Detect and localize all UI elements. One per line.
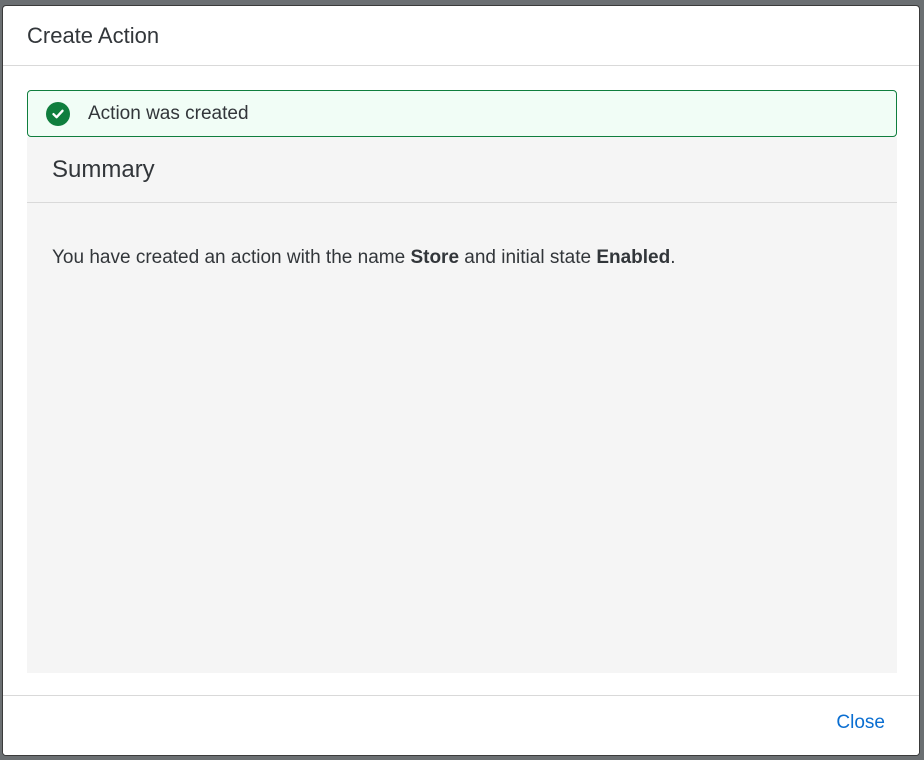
success-message-strip: Action was created (27, 90, 897, 137)
summary-title: Summary (52, 155, 155, 183)
create-action-dialog: Create Action Action was created Summary… (2, 5, 920, 756)
summary-panel: Summary You have created an action with … (27, 137, 897, 673)
summary-text-middle: and initial state (459, 247, 597, 268)
success-message-text: Action was created (88, 102, 249, 124)
close-button[interactable]: Close (836, 712, 885, 734)
summary-text-prefix: You have created an action with the name (52, 247, 411, 268)
summary-header: Summary (27, 137, 897, 203)
dialog-title: Create Action (27, 22, 160, 48)
summary-text: You have created an action with the name… (27, 203, 897, 269)
dialog-footer: Close (3, 695, 919, 755)
summary-text-suffix: . (670, 247, 676, 268)
action-name: Store (410, 247, 460, 268)
action-state: Enabled (596, 247, 671, 268)
dialog-header: Create Action (3, 6, 919, 66)
dialog-content: Action was created Summary You have crea… (3, 66, 919, 697)
check-circle-icon (46, 101, 70, 126)
